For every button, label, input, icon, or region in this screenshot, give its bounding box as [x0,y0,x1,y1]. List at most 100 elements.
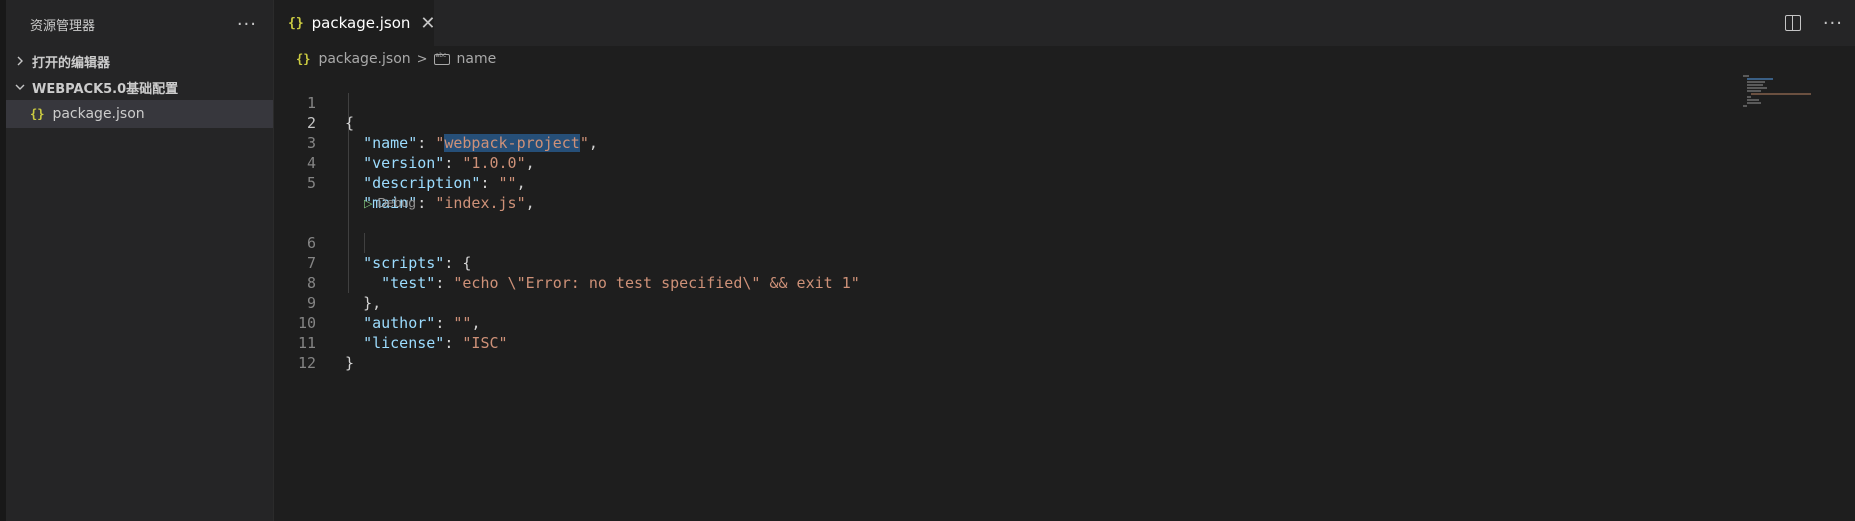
line-text: } [345,354,355,372]
line-number: 12 [297,354,316,372]
json-quote: " [579,134,589,152]
minimap-line [1743,105,1747,107]
json-string: "ISC" [462,334,508,352]
explorer-header: 资源管理器 ··· [6,0,273,48]
json-string: "echo \"Error: no test specified\" && ex… [453,274,860,292]
json-punct: : { [444,254,472,272]
json-punct: , [588,134,598,152]
code-line: 4 "description": "", [274,133,526,192]
breadcrumb-separator: > [416,51,428,67]
json-punct: : [435,314,454,332]
json-quote: " [435,134,445,152]
json-file-icon: {} [288,15,304,31]
editor-actions: ··· [1784,0,1843,46]
debug-codelens[interactable]: ▷ Debug [364,193,416,213]
line-text: "version": "1.0.0", [345,153,535,173]
minimap-line [1747,78,1773,80]
code-line: 10 "license": "ISC" [274,293,508,352]
breadcrumb-file[interactable]: package.json [318,51,410,67]
file-item-package-json[interactable]: {} package.json [6,100,273,128]
explorer-title: 资源管理器 [30,18,96,34]
ellipsis-icon[interactable]: ··· [1823,13,1843,34]
workspace-section[interactable]: WEBPACK5.0基础配置 [6,74,273,100]
json-punct: , [516,174,526,192]
file-name: package.json [52,106,145,122]
minimap-line [1747,102,1761,104]
string-symbol-icon [433,52,450,65]
json-punct: : [417,134,436,152]
close-icon[interactable]: ✕ [420,13,435,34]
json-punct: , [525,194,535,212]
json-file-icon: {} [30,107,45,121]
json-key: "license" [363,334,445,352]
json-string: "1.0.0" [462,154,526,172]
json-punct: }, [363,294,382,312]
minimap-line [1747,87,1767,89]
line-text: { [345,114,355,132]
minimap[interactable] [1739,73,1849,113]
json-punct: : [480,174,499,192]
chevron-right-icon [12,56,28,66]
line-text: "author": "", [345,313,480,333]
line-text: "license": "ISC" [345,333,508,353]
json-string: "" [498,174,517,192]
json-punct: : [444,334,463,352]
minimap-line [1747,99,1759,101]
json-key: "author" [363,314,436,332]
code-line: 8 }, [274,253,381,312]
code-line: 5 "main": "index.js", [274,153,535,212]
line-text: }, [345,293,381,313]
code-line: 11 } [274,313,354,372]
json-punct: : [417,194,436,212]
debug-label: Debug [377,195,416,210]
json-punct: : [444,154,463,172]
breadcrumb: {} package.json > name [274,46,1855,72]
open-editors-label: 打开的编辑器 [32,55,111,71]
json-string: "index.js" [435,194,526,212]
json-key: "version" [363,154,445,172]
tab-package-json[interactable]: {} package.json ✕ [274,0,436,46]
code-line: 12 [274,333,346,372]
minimap-line [1743,75,1749,77]
tab-bar: {} package.json ✕ ··· [274,0,1855,46]
vscode-window: 资源管理器 ··· 打开的编辑器 WEBPACK5.0基础配置 {} packa… [0,0,1855,521]
workspace-label: WEBPACK5.0基础配置 [32,81,179,97]
tab-label: package.json [311,14,411,32]
minimap-line [1747,90,1761,92]
code-editor[interactable]: 1 { 2 "name": "webpack-project", 3 "vers… [274,73,1855,521]
ellipsis-icon[interactable]: ··· [237,14,257,35]
code-line: 6 "scripts": { [274,213,471,272]
line-text: "name": "webpack-project", [345,133,598,153]
chevron-down-icon [12,82,28,92]
json-file-icon: {} [296,52,311,66]
code-line: 9 "author": "", [274,273,481,332]
line-text: "scripts": { [345,253,471,273]
json-key: "scripts" [363,254,445,272]
json-punct: , [525,154,535,172]
indent-guide [364,233,365,253]
code-line: 7 "test": "echo \"Error: no test specifi… [274,233,860,292]
json-punct: , [471,314,481,332]
open-editors-section[interactable]: 打开的编辑器 [6,48,273,74]
minimap-line [1747,84,1763,86]
json-key: "test" [381,274,436,292]
split-editor-icon[interactable] [1784,15,1801,31]
json-key: "description" [363,174,481,192]
breadcrumb-symbol[interactable]: name [457,51,497,67]
json-string: "" [453,314,472,332]
play-icon: ▷ [364,198,373,210]
line-text: "test": "echo \"Error: no test specified… [345,273,860,293]
minimap-line [1747,81,1765,83]
editor-group: {} package.json ✕ ··· {} package.json > … [274,0,1855,521]
json-punct: : [435,274,454,292]
minimap-line [1747,96,1751,98]
code-line: 1 { [274,73,354,132]
selected-text: webpack-project [444,134,580,152]
line-text: "description": "", [345,173,526,193]
minimap-line [1751,93,1811,95]
line-number: 5 [306,174,316,192]
code-line: 3 "version": "1.0.0", [274,113,535,172]
json-key: "name" [363,134,418,152]
explorer-sidebar: 资源管理器 ··· 打开的编辑器 WEBPACK5.0基础配置 {} packa… [6,0,274,521]
code-line: 2 "name": "webpack-project", [274,93,598,152]
